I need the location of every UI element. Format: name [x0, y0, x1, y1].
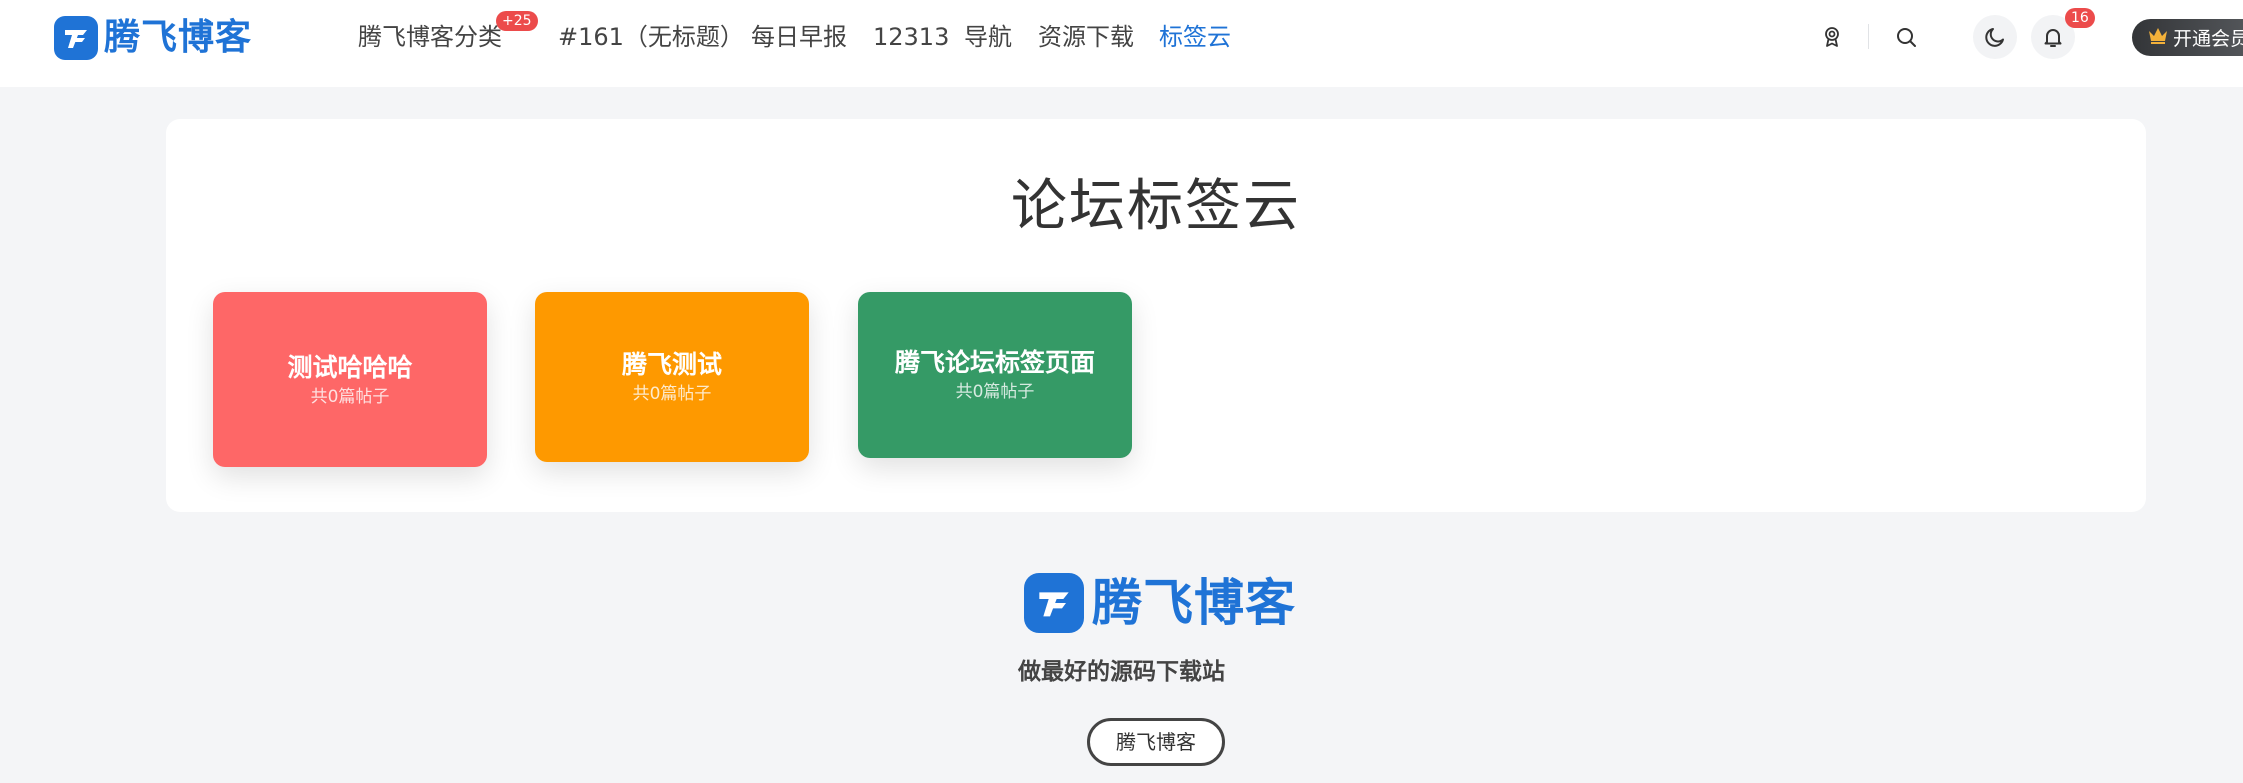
footer-logo[interactable]: 腾飞博客	[1024, 573, 1296, 633]
footer-slogan: 做最好的源码下载站	[1018, 659, 1225, 685]
toolbar-divider	[1868, 24, 1869, 49]
moon-icon	[1985, 28, 2004, 47]
nav-item-tag-cloud[interactable]: 标签云	[1159, 21, 1231, 53]
tag-card[interactable]: 测试哈哈哈 共0篇帖子	[213, 292, 487, 467]
footer-logo-text: 腾飞博客	[1092, 574, 1296, 632]
tag-cloud-panel: 论坛标签云 测试哈哈哈 共0篇帖子 腾飞测试 共0篇帖子 腾飞论坛标签页面 共0…	[166, 119, 2146, 512]
tag-post-count: 共0篇帖子	[955, 382, 1035, 402]
tag-name: 腾飞测试	[621, 350, 722, 379]
site-logo[interactable]: 腾飞博客	[54, 16, 252, 60]
nav-item-navigation[interactable]: 导航	[964, 21, 1012, 53]
notification-count-badge: 16	[2065, 8, 2095, 28]
nav-item-12313[interactable]: 12313	[873, 21, 949, 53]
tag-name: 腾飞论坛标签页面	[894, 348, 1095, 377]
tag-name: 测试哈哈哈	[287, 352, 413, 382]
crown-icon	[2147, 25, 2169, 50]
nav-item-daily-news[interactable]: 每日早报	[751, 21, 847, 53]
page-title: 论坛标签云	[1011, 174, 1301, 239]
nav-new-count-badge: +25	[496, 11, 538, 31]
footer-link-button[interactable]: 腾飞博客	[1087, 718, 1225, 766]
tag-post-count: 共0篇帖子	[310, 386, 390, 407]
logo-text: 腾飞博客	[104, 17, 253, 58]
vip-label: 开通会员	[2173, 28, 2243, 50]
dark-mode-toggle[interactable]	[1973, 15, 2017, 59]
tag-post-count: 共0篇帖子	[632, 384, 712, 404]
logo-mark-icon	[54, 16, 98, 60]
logo-mark-icon	[1024, 573, 1084, 633]
tag-card[interactable]: 腾飞论坛标签页面 共0篇帖子	[858, 292, 1132, 458]
top-navigation-bar: 腾飞博客 腾飞博客分类 +25 #161（无标题） 每日早报 12313 导航 …	[0, 0, 2243, 87]
nav-item-untitled[interactable]: #161（无标题）	[558, 21, 744, 53]
nav-item-category[interactable]: 腾飞博客分类	[358, 21, 502, 53]
bell-icon	[2044, 29, 2062, 47]
search-icon[interactable]	[1891, 22, 1921, 52]
tag-card[interactable]: 腾飞测试 共0篇帖子	[535, 292, 809, 462]
nav-item-downloads[interactable]: 资源下载	[1038, 21, 1134, 53]
open-vip-button[interactable]: 开通会员	[2132, 19, 2243, 56]
badge-icon[interactable]	[1817, 22, 1847, 52]
